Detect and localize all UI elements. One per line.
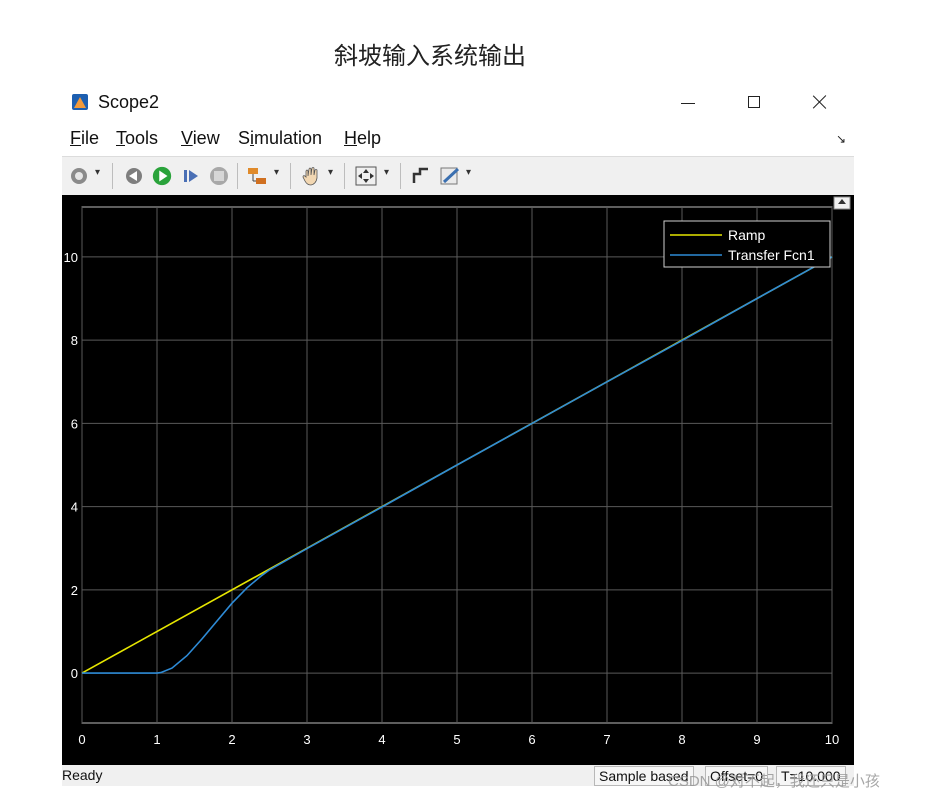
- menu-view-accel: V: [181, 128, 193, 148]
- menu-file[interactable]: File: [70, 128, 99, 149]
- menu-view-rest: iew: [192, 128, 220, 148]
- window-title: Scope2: [98, 92, 160, 112]
- legend-label: Transfer Fcn1: [728, 247, 815, 263]
- x-tick-label: 8: [678, 732, 685, 747]
- toolbar-separator: [344, 163, 345, 189]
- step-back-icon[interactable]: [122, 165, 144, 187]
- x-tick-label: 9: [753, 732, 760, 747]
- style-icon[interactable]: [438, 165, 462, 187]
- y-tick-label: 8: [71, 333, 78, 348]
- menu-help-rest: elp: [357, 128, 382, 148]
- gear-icon[interactable]: [68, 165, 90, 187]
- menu-help-accel: H: [344, 128, 357, 148]
- matlab-icon: [72, 94, 88, 110]
- x-tick-label: 10: [825, 732, 839, 747]
- cursor-measure-icon[interactable]: [410, 165, 432, 187]
- close-icon: [812, 94, 828, 110]
- menu-tools-rest: ools: [125, 128, 159, 148]
- pan-dropdown-icon[interactable]: ▾: [328, 167, 333, 178]
- block-config-dropdown-icon[interactable]: ▾: [274, 167, 279, 178]
- toolbar-separator: [400, 163, 401, 189]
- pan-icon[interactable]: [300, 165, 324, 187]
- gear-dropdown-icon[interactable]: ▾: [95, 167, 100, 178]
- minimize-icon: [681, 102, 695, 104]
- x-tick-label: 4: [378, 732, 385, 747]
- y-tick-label: 4: [71, 500, 78, 515]
- toolbar: ▾ ▾ ▾ ▾ ▾: [62, 156, 854, 196]
- scope-display[interactable]: 0 1 2 3 4 5 6 7 8 9 10 0 2 4 6 8 10 Ramp Transfer Fcn1: [62, 195, 854, 765]
- x-tick-label: 7: [603, 732, 610, 747]
- menu-bar: File Tools View Simulation Help ↘: [62, 126, 854, 152]
- menu-file-rest: ile: [81, 128, 100, 148]
- x-tick-label: 0: [78, 732, 85, 747]
- menu-tools-accel: T: [116, 128, 125, 148]
- run-icon[interactable]: [150, 165, 174, 187]
- scope-window: Scope2 File Tools View Simulation Help ↘…: [62, 84, 854, 786]
- x-tick-label: 5: [453, 732, 460, 747]
- scope-chart[interactable]: 0 1 2 3 4 5 6 7 8 9 10 0 2 4 6 8 10 Ramp Transfer Fcn1: [62, 195, 854, 765]
- y-tick-label: 10: [64, 250, 78, 265]
- minimize-button[interactable]: [668, 88, 708, 116]
- block-config-icon[interactable]: [246, 165, 270, 187]
- menu-simulation-pre: S: [238, 128, 251, 148]
- y-tick-label: 6: [71, 416, 78, 431]
- step-forward-icon[interactable]: [180, 165, 202, 187]
- menu-view[interactable]: View: [181, 128, 220, 149]
- menu-simulation[interactable]: Simulation: [238, 128, 322, 149]
- toolbar-separator: [112, 163, 113, 189]
- style-dropdown-icon[interactable]: ▾: [466, 167, 471, 178]
- menu-tools[interactable]: Tools: [116, 128, 158, 149]
- stop-icon[interactable]: [208, 165, 230, 187]
- y-tick-label: 0: [71, 666, 78, 681]
- menu-help[interactable]: Help: [344, 128, 381, 149]
- close-button[interactable]: [800, 88, 840, 116]
- maximize-icon: [748, 96, 760, 108]
- undock-arrow-icon[interactable]: ↘: [836, 132, 846, 146]
- x-tick-label: 2: [228, 732, 235, 747]
- toolbar-separator: [237, 163, 238, 189]
- status-ready: Ready: [62, 767, 103, 783]
- toolbar-separator: [290, 163, 291, 189]
- y-tick-label: 2: [71, 583, 78, 598]
- x-tick-label: 6: [528, 732, 535, 747]
- x-tick-label: 3: [303, 732, 310, 747]
- page-caption: 斜坡输入系统输出: [334, 42, 526, 70]
- maximize-button[interactable]: [734, 88, 774, 116]
- legend-label: Ramp: [728, 227, 766, 243]
- zoom-fit-icon[interactable]: [354, 165, 378, 187]
- title-bar: Scope2: [62, 84, 854, 120]
- menu-simulation-rest: mulation: [254, 128, 323, 148]
- menu-file-accel: F: [70, 128, 81, 148]
- x-tick-label: 1: [153, 732, 160, 747]
- watermark: CSDN @对不起，我还只是小孩: [668, 773, 880, 790]
- zoom-dropdown-icon[interactable]: ▾: [384, 167, 389, 178]
